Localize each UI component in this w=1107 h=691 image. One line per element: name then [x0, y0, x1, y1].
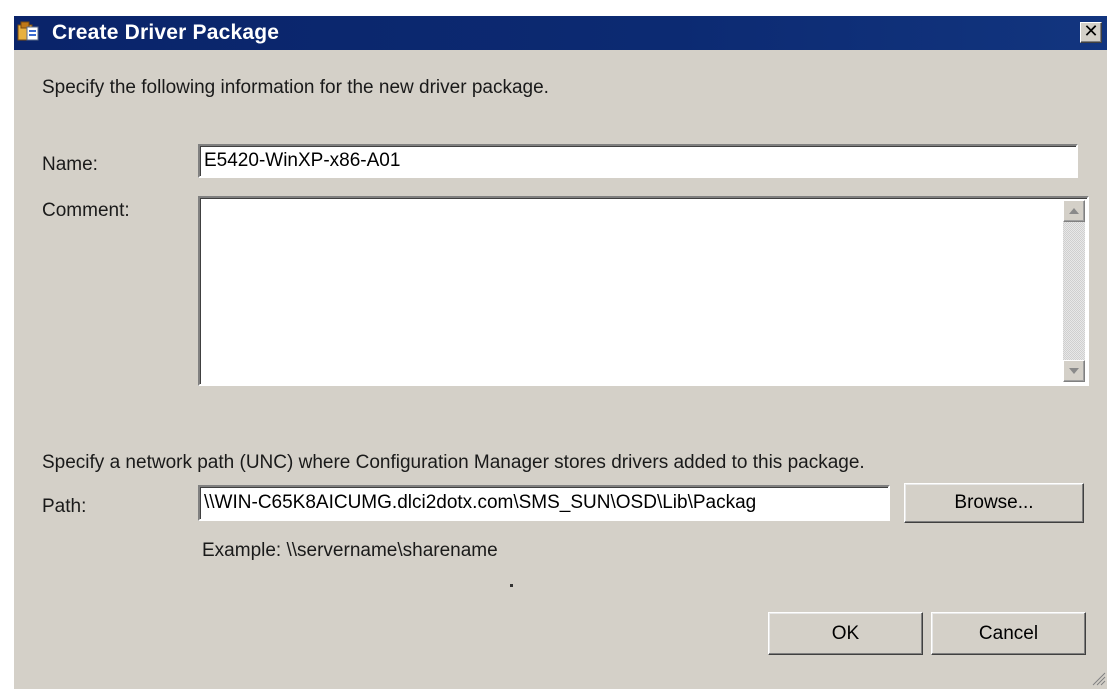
comment-scrollbar[interactable]: [1063, 200, 1085, 382]
ok-button[interactable]: OK: [768, 612, 923, 655]
intro-text: Specify the following information for th…: [42, 77, 549, 98]
path-input-value: \\WIN-C65K8AICUMG.dlci2dotx.com\SMS_SUN\…: [204, 492, 757, 513]
package-icon: [17, 21, 39, 43]
browse-button[interactable]: Browse...: [904, 483, 1084, 523]
scroll-up-arrow-icon: [1069, 208, 1079, 214]
comment-textarea[interactable]: [198, 196, 1089, 386]
close-button[interactable]: ✕: [1080, 22, 1102, 43]
window-title: Create Driver Package: [52, 21, 280, 44]
title-bar[interactable]: Create Driver Package ✕: [14, 16, 1107, 50]
create-driver-package-dialog: Create Driver Package ✕ Specify the foll…: [14, 16, 1107, 689]
path-instructions: Specify a network path (UNC) where Confi…: [42, 452, 865, 473]
path-label: Path:: [42, 496, 87, 517]
scroll-up-button[interactable]: [1063, 200, 1085, 222]
path-example: Example: \\servername\sharename: [202, 540, 498, 561]
name-input[interactable]: E5420-WinXP-x86-A01: [198, 144, 1078, 178]
cancel-button[interactable]: Cancel: [931, 612, 1086, 655]
name-label: Name:: [42, 154, 98, 175]
path-input[interactable]: \\WIN-C65K8AICUMG.dlci2dotx.com\SMS_SUN\…: [198, 485, 890, 521]
scroll-down-button[interactable]: [1063, 360, 1085, 382]
comment-label: Comment:: [42, 200, 130, 221]
close-icon: ✕: [1083, 21, 1099, 42]
scroll-down-arrow-icon: [1069, 368, 1079, 374]
stray-dot: [510, 584, 513, 587]
resize-grip-icon[interactable]: [1090, 670, 1106, 686]
name-input-value: E5420-WinXP-x86-A01: [204, 150, 401, 171]
